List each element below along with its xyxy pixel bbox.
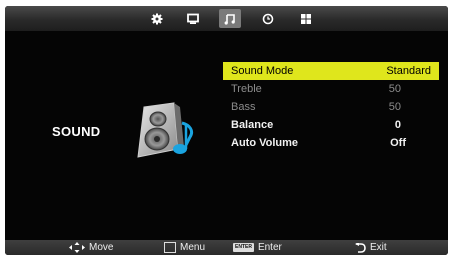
key-hint-bar: Move Menu ENTER Enter Exit [5,240,448,255]
menu-item-label: Treble [231,83,262,95]
menu-item-label: Bass [231,101,256,113]
menu-item-label: Balance [231,119,274,131]
hint-enter: ENTER Enter [233,240,282,255]
tab-sound[interactable] [219,9,241,28]
sound-settings-list: Sound Mode Standard Treble 50 Bass 50 Ba… [223,62,439,152]
osd-menu-window: SOUND Sound Mode Standard Treble 50 Bass… [5,6,448,255]
monitor-icon [187,13,199,24]
enter-key-icon: ENTER [233,243,254,252]
menu-item-value: Off [390,137,406,149]
hint-move-label: Move [89,242,114,253]
tab-list [120,6,360,31]
tab-setup[interactable] [295,9,317,28]
clock-icon [262,13,274,24]
tab-screen[interactable] [182,9,204,28]
tab-picture[interactable] [146,9,168,28]
hint-move: Move [69,240,113,255]
picture-gear-icon [151,13,163,24]
menu-item-auto-volume[interactable]: Auto Volume Off [223,134,439,152]
speaker-icon [137,102,194,158]
hint-enter-label: Enter [257,242,282,253]
menu-item-balance[interactable]: Balance 0 [223,116,439,134]
menu-item-label: Auto Volume [231,137,299,149]
menu-item-value: Standard [386,65,431,77]
hint-exit: Exit [355,240,387,255]
menu-item-treble: Treble 50 [223,80,439,98]
menu-item-value: 0 [394,119,401,131]
hint-menu-label: Menu [180,242,206,253]
hint-menu: Menu [164,240,205,255]
menu-item-sound-mode[interactable]: Sound Mode Standard [223,62,439,80]
category-tab-bar [5,6,448,31]
hint-exit-label: Exit [370,242,387,253]
menu-item-value: 50 [388,83,401,95]
music-note-icon [224,13,235,25]
section-title: SOUND [52,124,101,139]
return-arrow-icon [355,242,366,253]
menu-item-value: 50 [388,101,401,113]
menu-item-label: Sound Mode [231,65,294,77]
menu-item-bass: Bass 50 [223,98,439,116]
tab-time[interactable] [257,9,279,28]
arrow-keys-icon [69,242,85,253]
menu-key-icon [164,242,176,253]
grid-icon [301,13,311,24]
